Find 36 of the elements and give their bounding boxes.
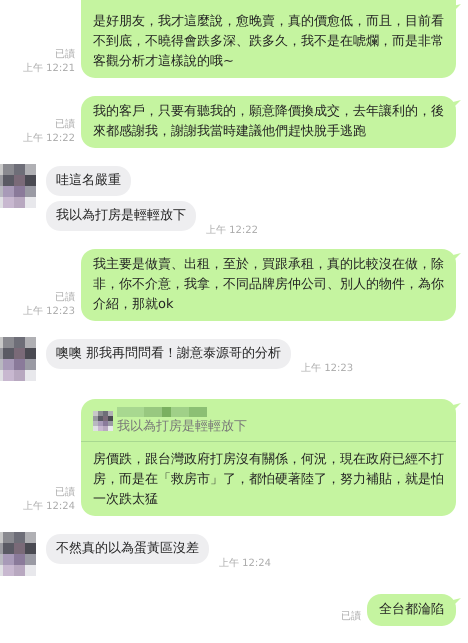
read-receipt: 已讀 — [55, 118, 75, 132]
read-receipt: 已讀 — [55, 48, 75, 62]
message-time: 上午 12:22 — [206, 224, 258, 237]
bubble-tail-icon — [453, 598, 461, 606]
message-time: 上午 12:23 — [23, 305, 75, 319]
avatar-icon[interactable] — [0, 164, 36, 208]
read-receipt: 已讀 — [55, 486, 75, 500]
message-time: 上午 12:23 — [301, 362, 354, 375]
message-time: 上午 12:21 — [23, 62, 75, 76]
message-bubble[interactable]: 哇這名嚴重 — [46, 166, 131, 196]
bubble-tail-icon — [453, 403, 461, 411]
message-bubble[interactable]: 不然真的以為蛋黃區沒差 — [46, 534, 209, 564]
message-bubble[interactable]: 我以為打房是輕輕放下 — [46, 201, 196, 231]
message-text: 我主要是做賣、出租，至於，買跟承租，真的比較沒在做，除非，你不介意，我拿，不同品牌房仲公司、別人的物件，為你介紹，那就ok — [93, 256, 444, 314]
bubble-tail-icon — [453, 4, 461, 12]
message-text: 房價跌，跟台灣政府打房沒有關係，何況，現在政府已經不打房，而是在「救房市」了，都怕硬著陸了，努力補貼，就是怕一次跌太猛 — [93, 451, 444, 509]
avatar-icon[interactable] — [0, 337, 36, 381]
message-bubble[interactable]: 噢噢 那我再問問看！謝意泰源哥的分析 — [46, 339, 292, 369]
message-bubble[interactable]: 是好朋友，我才這麼說，愈晚賣，真的價愈低，而且，目前看不到底，不曉得會跌多深、跌多久，我不是在唬爛，而是非常客觀分析才這樣說的哦~ — [81, 0, 456, 78]
read-receipt: 已讀 — [341, 610, 361, 624]
message-text: 全台都淪陷 — [379, 601, 444, 619]
bubble-tail-icon — [453, 100, 461, 108]
bubble-tail-icon — [453, 253, 461, 261]
read-receipt: 已讀 — [55, 291, 75, 305]
message-bubble[interactable]: 我主要是做賣、出租，至於，買跟承租，真的比較沒在做，除非，你不介意，我拿，不同品牌房仲公司、別人的物件，為你介紹，那就ok — [81, 249, 456, 321]
message-bubble[interactable]: 全台都淪陷 — [367, 594, 456, 626]
message-bubble[interactable]: 我以為打房是輕輕放下 房價跌，跟台灣政府打房沒有關係，何況，現在政府已經不打房，而是在「救房市」了，都怕硬著陸了，努力補貼，就是怕一次跌太猛 — [81, 399, 456, 516]
message-text: 我的客戶，只要有聽我的，願意降價換成交，去年讓利的，後來都感謝我，謝謝我當時建議他們趕快脫手逃跑 — [93, 103, 444, 141]
message-text: 是好朋友，我才這麼說，愈晚賣，真的價愈低，而且，目前看不到底，不曉得會跌多深、跌多久，我不是在唬爛，而是非常客觀分析才這樣說的哦~ — [93, 13, 444, 71]
avatar-icon[interactable] — [0, 532, 36, 576]
avatar-icon — [93, 411, 113, 431]
message-bubble[interactable]: 我的客戶，只要有聽我的，願意降價換成交，去年讓利的，後來都感謝我，謝謝我當時建議他們趕快脫手逃跑 — [81, 96, 456, 148]
message-time: 上午 12:22 — [23, 132, 75, 146]
quoted-text: 我以為打房是輕輕放下 — [117, 418, 247, 436]
message-time: 上午 12:24 — [219, 556, 271, 570]
message-time: 上午 12:24 — [23, 500, 75, 514]
